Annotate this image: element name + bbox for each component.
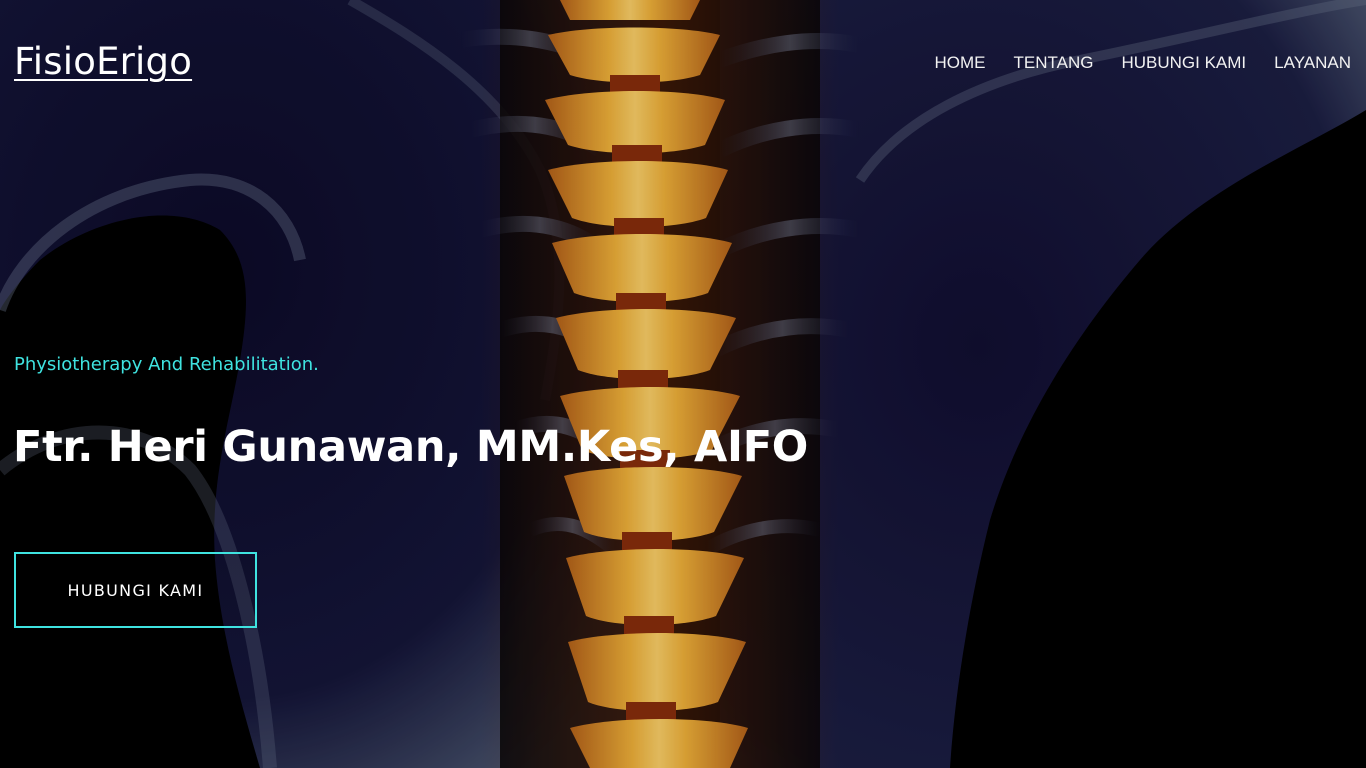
hero-headline: Ftr. Heri Gunawan, MM.Kes, AIFO (13, 422, 809, 472)
hero-section: FisioErigo HOME TENTANG HUBUNGI KAMI LAY… (0, 0, 1366, 768)
nav-item-home[interactable]: HOME (935, 53, 986, 73)
nav-item-tentang[interactable]: TENTANG (1014, 53, 1094, 73)
nav-menu: HOME TENTANG HUBUNGI KAMI LAYANAN (907, 53, 1352, 73)
contact-us-button-label: HUBUNGI KAMI (67, 580, 204, 600)
nav-item-layanan[interactable]: LAYANAN (1274, 53, 1351, 73)
hero-tagline: Physiotherapy And Rehabilitation. (14, 354, 319, 375)
nav-item-hubungi-kami[interactable]: HUBUNGI KAMI (1121, 53, 1246, 73)
navbar: FisioErigo HOME TENTANG HUBUNGI KAMI LAY… (0, 0, 1366, 130)
contact-us-button[interactable]: HUBUNGI KAMI (14, 552, 257, 628)
brand-logo-link[interactable]: FisioErigo (14, 40, 192, 83)
